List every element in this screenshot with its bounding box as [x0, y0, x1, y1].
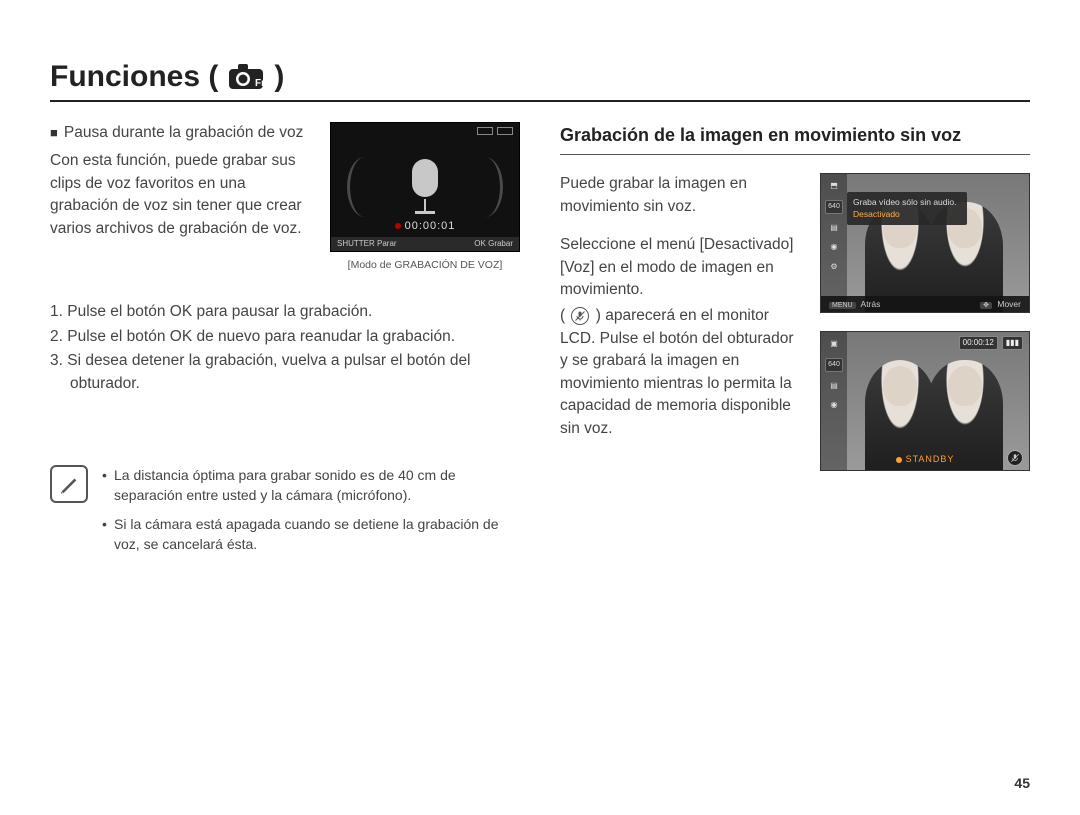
- step-1: 1. Pulse el botón OK para pausar la grab…: [50, 301, 520, 323]
- note-item-2: Si la cámara está apagada cuando se deti…: [102, 514, 520, 555]
- lcd1-menu-line2: Desactivado: [853, 208, 961, 220]
- battery-icon: ▮▮▮: [1002, 336, 1023, 350]
- lcd1-sidebar: ⬒ 640 ▤ ◉ ⚙: [821, 174, 847, 312]
- left-column: Pausa durante la grabación de voz Con es…: [50, 122, 520, 562]
- title-text: Funciones (: [50, 60, 218, 94]
- lcd2-top-row: 00:00:12 ▮▮▮: [959, 336, 1023, 350]
- voice-recording-figure: 00:00:01 SHUTTER Parar OK Grabar [Modo d…: [330, 122, 520, 273]
- voice-timer: 00:00:01: [331, 219, 519, 235]
- voice-recording-screen: 00:00:01 SHUTTER Parar OK Grabar: [330, 122, 520, 252]
- shutter-key-label: SHUTTER: [337, 239, 375, 248]
- lcd1-menu-overlay: Graba vídeo sólo sin audio. Desactivado: [847, 192, 967, 225]
- lcd1-nav-icon: ✥: [980, 302, 992, 309]
- lcd2-standby-indicator: STANDBY: [821, 453, 1029, 466]
- steps-list: 1. Pulse el botón OK para pausar la grab…: [50, 301, 520, 395]
- page-number: 45: [1014, 775, 1030, 791]
- lcd2-timer: 00:00:12: [959, 336, 998, 350]
- microphone-icon: [406, 159, 444, 215]
- note-box: La distancia óptima para grabar sonido e…: [50, 465, 520, 562]
- record-label: Grabar: [488, 239, 513, 248]
- voice-screen-bottom-bar: SHUTTER Parar OK Grabar: [331, 237, 519, 251]
- mute-mic-icon: [571, 307, 589, 325]
- lcd-menu-screenshot: ⬒ 640 ▤ ◉ ⚙ Graba vídeo sólo sin audio. …: [820, 173, 1030, 313]
- lcd2-sidebar: ▣ 640 ▤ ◉: [821, 332, 847, 470]
- lcd1-menu-key: MENU: [829, 302, 856, 309]
- lcd1-bottom-bar: MENU Atrás ✥ Mover: [821, 296, 1029, 312]
- lcd1-resolution-badge: 640: [825, 200, 843, 214]
- step-3: 3. Si desea detener la grabación, vuelva…: [50, 350, 520, 395]
- right-p2b: ( ) aparecerá en el monitor LCD. Pulse e…: [560, 305, 802, 440]
- left-paragraph: Con esta función, puede grabar sus clips…: [50, 150, 314, 240]
- title-close: ): [274, 60, 284, 94]
- camera-fn-icon: Fn: [226, 63, 266, 91]
- lcd1-move-label: Mover: [997, 299, 1021, 309]
- svg-text:Fn: Fn: [255, 78, 266, 89]
- lcd2-mute-icon: [1007, 450, 1023, 466]
- stop-label: Parar: [377, 239, 397, 248]
- page-title: Funciones ( Fn ): [50, 60, 1030, 102]
- lcd1-menu-line1: Graba vídeo sólo sin audio.: [853, 196, 961, 208]
- ok-key-label: OK: [474, 239, 486, 248]
- lcd2-resolution-badge: 640: [825, 358, 843, 372]
- right-p2a: Seleccione el menú [Desactivado] [Voz] e…: [560, 234, 802, 301]
- lcd1-back-label: Atrás: [861, 299, 881, 309]
- voice-figure-caption: [Modo de GRABACIÓN DE VOZ]: [330, 258, 520, 273]
- note-item-1: La distancia óptima para grabar sonido e…: [102, 465, 520, 506]
- right-heading: Grabación de la imagen en movimiento sin…: [560, 122, 1030, 155]
- left-subhead: Pausa durante la grabación de voz: [50, 122, 314, 144]
- right-p1: Puede grabar la imagen en movimiento sin…: [560, 173, 802, 218]
- step-2: 2. Pulse el botón OK de nuevo para reanu…: [50, 326, 520, 348]
- note-icon: [50, 465, 88, 503]
- lcd-standby-screenshot: ▣ 640 ▤ ◉ 00:00:12 ▮▮▮ STANDBY: [820, 331, 1030, 471]
- right-column: Grabación de la imagen en movimiento sin…: [560, 122, 1030, 562]
